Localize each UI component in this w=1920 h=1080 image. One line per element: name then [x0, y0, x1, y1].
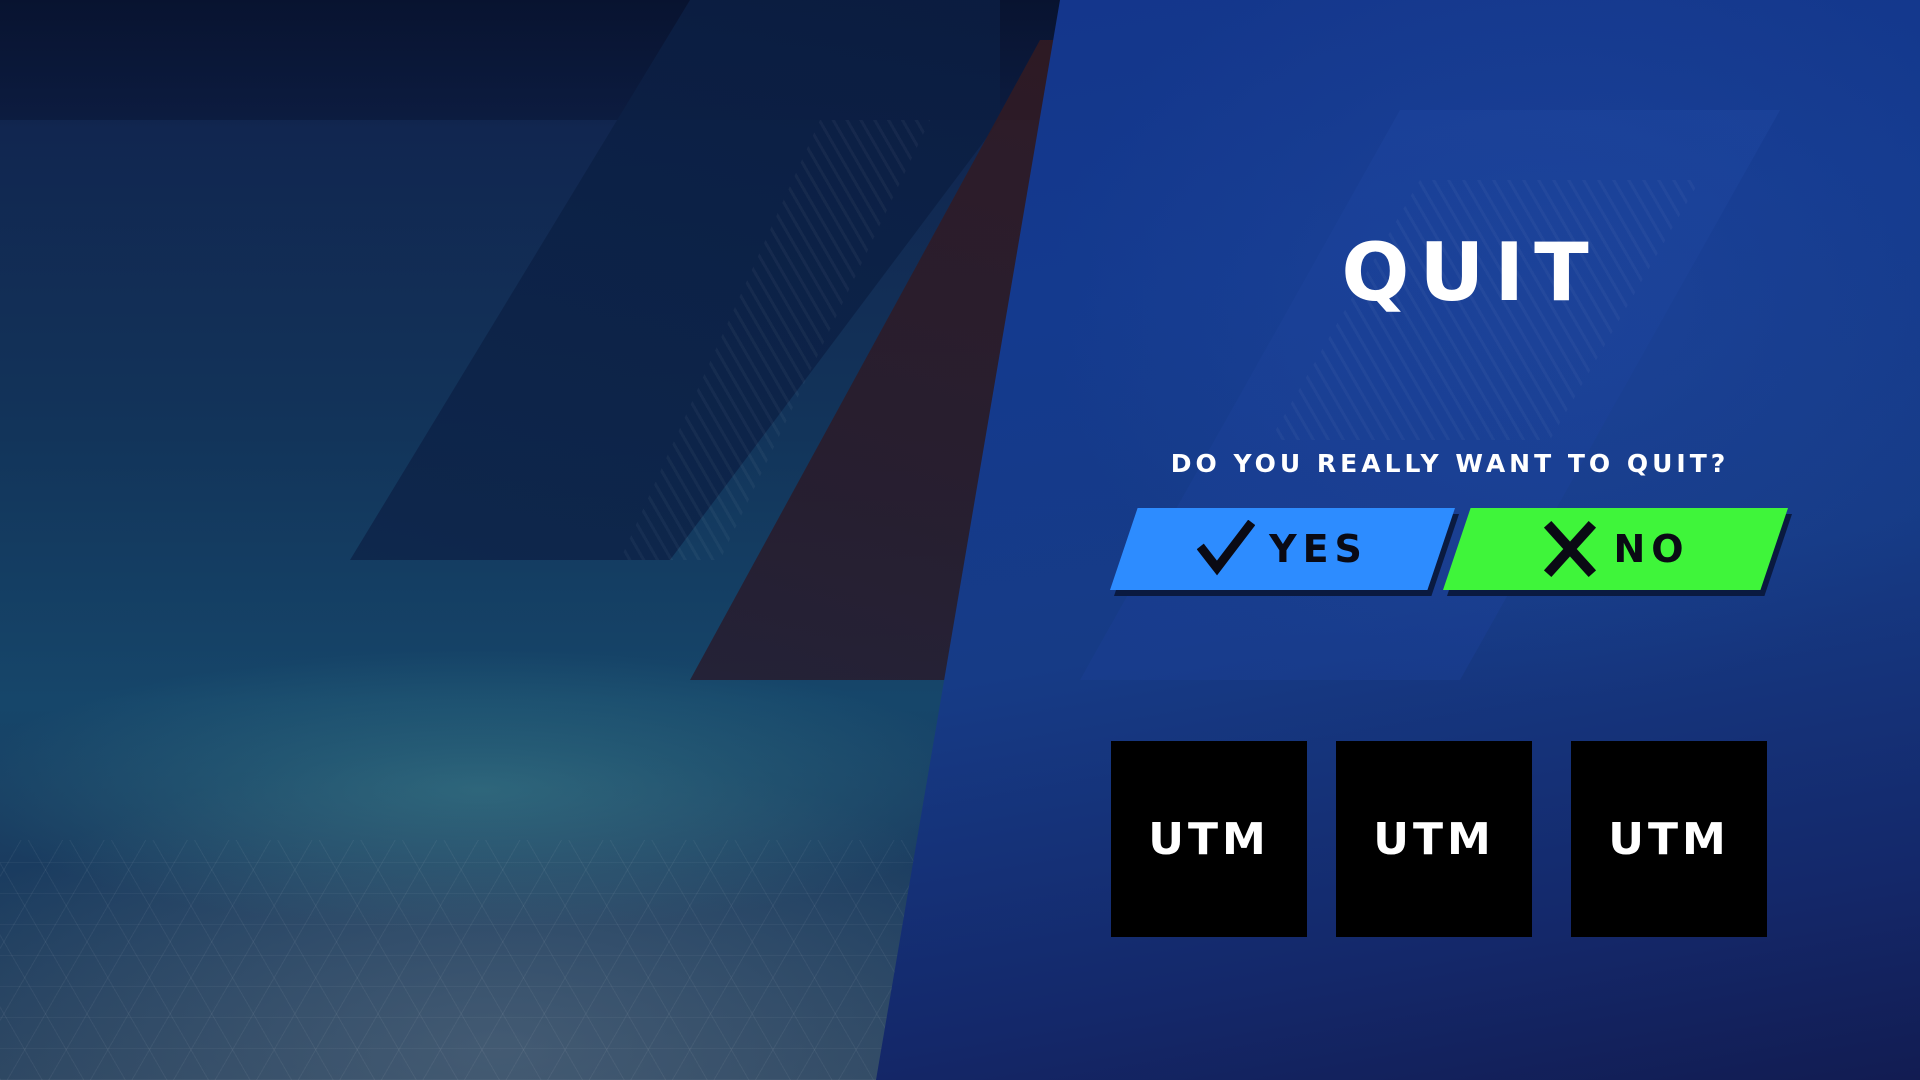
- quit-screen: QUIT DO YOU REALLY WANT TO QUIT? YES NO …: [0, 0, 1920, 1080]
- x-icon: [1541, 520, 1599, 578]
- yes-button[interactable]: YES: [1110, 508, 1455, 590]
- utm-tile-label: UTM: [1148, 813, 1270, 865]
- utm-tile[interactable]: UTM: [1336, 741, 1532, 937]
- dialog-title: QUIT: [1341, 226, 1599, 319]
- utm-tile-label: UTM: [1608, 813, 1730, 865]
- utm-tile[interactable]: UTM: [1111, 741, 1307, 937]
- dialog-prompt: DO YOU REALLY WANT TO QUIT?: [1170, 449, 1730, 478]
- utm-tile[interactable]: UTM: [1571, 741, 1767, 937]
- yes-button-label: YES: [1269, 527, 1368, 571]
- no-button[interactable]: NO: [1443, 508, 1788, 590]
- utm-tile-label: UTM: [1373, 813, 1495, 865]
- no-button-label: NO: [1613, 527, 1690, 571]
- checkmark-icon: [1196, 519, 1256, 578]
